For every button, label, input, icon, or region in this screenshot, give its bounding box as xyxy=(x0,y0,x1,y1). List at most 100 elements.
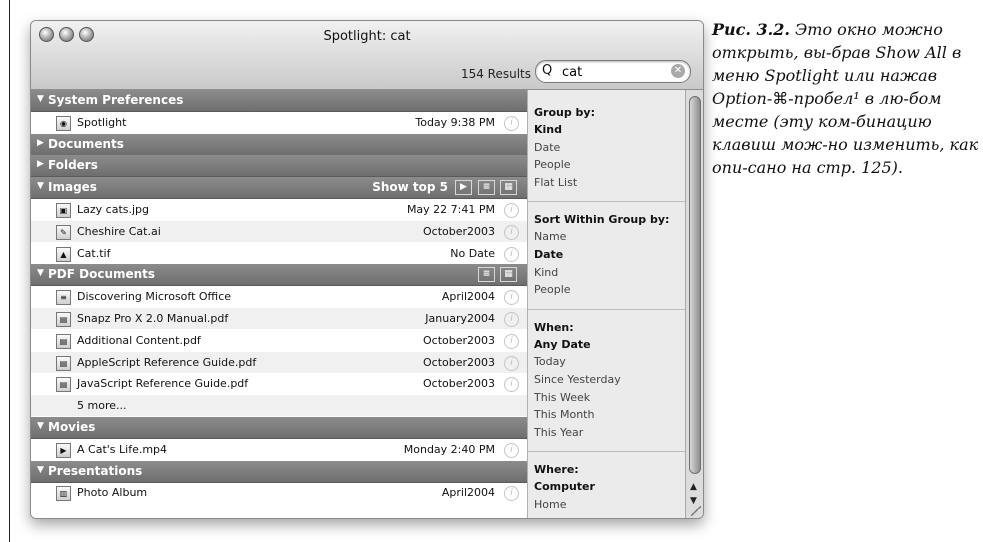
title-bar: Spotlight: cat 154 Results Q ✕ xyxy=(31,21,703,90)
sidebar-option[interactable]: Name xyxy=(534,230,566,243)
sidebar-option[interactable]: Macintosh HD xyxy=(534,516,610,518)
result-row[interactable]: ▤ JavaScript Reference Guide.pdf October20… xyxy=(31,373,527,394)
scroll-thumb[interactable] xyxy=(689,96,701,474)
result-row[interactable]: ▲ Cat.tif No Date i xyxy=(31,243,527,264)
presentation-file-icon: ▥ xyxy=(56,486,71,502)
sidebar-option[interactable]: This Year xyxy=(534,426,583,439)
info-icon[interactable]: i xyxy=(504,333,519,349)
group-header[interactable]: ▼ Images Show top 5 ▶ ≡ ▦ xyxy=(31,177,527,200)
group-header[interactable]: ▼ Movies xyxy=(31,417,527,439)
result-date: Monday 2:40 PM xyxy=(403,442,495,456)
sidebar-option[interactable]: Any Date xyxy=(534,338,591,351)
disclosure-triangle-icon[interactable]: ▶ xyxy=(37,138,44,148)
result-row[interactable]: ≡ Discovering Microsoft Office April2004 i xyxy=(31,286,527,307)
result-row[interactable]: ▥ Photo Album April2004 i xyxy=(31,482,527,503)
sidebar-separator xyxy=(528,451,686,453)
result-name: Spotlight xyxy=(77,115,127,129)
group-label: Movies xyxy=(48,420,96,434)
sidebar-option[interactable]: Computer xyxy=(534,480,595,493)
group-label: System Preferences xyxy=(48,93,184,107)
grid-view-icon[interactable]: ▦ xyxy=(500,267,517,283)
disclosure-triangle-icon[interactable]: ▼ xyxy=(37,421,44,431)
sidebar-option[interactable]: This Month xyxy=(534,408,594,421)
disclosure-triangle-icon[interactable]: ▼ xyxy=(37,268,44,278)
group-header[interactable]: ▼ System Preferences xyxy=(31,90,527,112)
disclosure-triangle-icon[interactable]: ▼ xyxy=(37,94,44,104)
info-icon[interactable]: i xyxy=(504,203,519,218)
info-icon[interactable]: i xyxy=(504,442,519,458)
result-row[interactable]: ▤ AppleScript Reference Guide.pdf October2… xyxy=(31,351,527,373)
group-header[interactable]: ▶ Documents xyxy=(31,133,527,156)
info-icon[interactable]: i xyxy=(504,312,519,327)
scroll-up-icon[interactable]: ▲ xyxy=(690,482,697,492)
result-name: Additional Content.pdf xyxy=(77,333,201,347)
result-row[interactable]: ▤ Snapz Pro X 2.0 Manual.pdf January2004 i xyxy=(31,308,527,329)
search-field[interactable]: Q ✕ xyxy=(535,60,691,83)
clear-search-icon[interactable]: ✕ xyxy=(671,64,685,78)
result-date: April2004 xyxy=(441,486,495,500)
disclosure-triangle-icon[interactable]: ▼ xyxy=(37,465,44,475)
sidebar-heading: When: xyxy=(534,320,574,334)
result-row[interactable]: ▤ Additional Content.pdf October2003 i xyxy=(31,330,527,351)
sidebar-option[interactable]: Since Yesterday xyxy=(534,373,621,386)
sidebar-option[interactable]: Kind xyxy=(534,266,558,279)
info-icon[interactable]: i xyxy=(504,355,519,371)
result-date: No Date xyxy=(450,246,495,260)
list-view-icon[interactable]: ≡ xyxy=(478,267,495,283)
result-row[interactable]: ✎ Cheshire Cat.ai October2003 i xyxy=(31,220,527,242)
slideshow-icon[interactable]: ▶ xyxy=(455,180,472,196)
result-row[interactable]: ▣ Lazy cats.jpg May 22 7:41 PM i xyxy=(31,199,527,220)
sidebar-option[interactable]: Kind xyxy=(534,123,562,136)
sidebar-option[interactable]: Date xyxy=(534,141,560,154)
info-icon[interactable]: i xyxy=(504,486,519,502)
more-results-link[interactable]: 5 more... xyxy=(31,395,527,417)
group-label: PDF Documents xyxy=(48,267,156,282)
more-label[interactable]: 5 more... xyxy=(77,399,126,412)
sidebar-heading: Sort Within Group by: xyxy=(534,213,670,227)
window-title: Spotlight: cat xyxy=(323,29,411,44)
result-name: AppleScript Reference Guide.pdf xyxy=(77,355,257,369)
info-icon[interactable]: i xyxy=(504,224,519,240)
illustrator-file-icon: ✎ xyxy=(56,224,71,240)
scroll-down-icon[interactable]: ▼ xyxy=(690,496,697,506)
group-header[interactable]: ▼ Presentations xyxy=(31,460,527,483)
result-name: JavaScript Reference Guide.pdf xyxy=(77,377,249,391)
resize-handle[interactable] xyxy=(691,506,701,516)
disclosure-triangle-icon[interactable]: ▶ xyxy=(37,159,44,169)
scrollbar[interactable]: ▲ ▼ xyxy=(685,90,703,518)
results-list: ▼ System Preferences ◉ Spotlight Today 9:38 … xyxy=(31,90,527,518)
info-icon[interactable]: i xyxy=(504,290,519,306)
pdf-file-icon: ▤ xyxy=(56,333,71,349)
result-row[interactable]: ▶ A Cat's Life.mp4 Monday 2:40 PM i xyxy=(31,439,527,460)
result-name: Snapz Pro X 2.0 Manual.pdf xyxy=(77,312,229,325)
result-name: Cat.tif xyxy=(77,246,111,260)
sidebar-option[interactable]: Today xyxy=(534,355,566,368)
info-icon[interactable]: i xyxy=(504,115,519,131)
grid-view-icon[interactable]: ▦ xyxy=(500,180,517,196)
show-top-button[interactable]: Show top 5 xyxy=(372,180,448,194)
sidebar-option[interactable]: Date xyxy=(534,248,563,261)
info-icon[interactable]: i xyxy=(504,246,519,262)
options-sidebar: Group by: Kind Date People Flat List Sort Wit… xyxy=(527,90,686,518)
disclosure-triangle-icon[interactable]: ▼ xyxy=(37,181,44,191)
sidebar-separator xyxy=(528,308,686,310)
sidebar-option[interactable]: Flat List xyxy=(534,176,577,189)
figure-number: Рис. 3.2. xyxy=(712,20,790,39)
info-icon[interactable]: i xyxy=(504,377,519,393)
sidebar-option[interactable]: This Week xyxy=(534,391,590,404)
group-label: Folders xyxy=(48,158,98,173)
result-name: Lazy cats.jpg xyxy=(77,203,149,216)
document-icon: ≡ xyxy=(56,290,71,306)
result-name: Photo Album xyxy=(77,486,148,500)
sidebar-option[interactable]: People xyxy=(534,283,571,296)
group-header[interactable]: ▶ Folders xyxy=(31,155,527,178)
pdf-file-icon: ▤ xyxy=(56,377,71,393)
sidebar-option[interactable]: People xyxy=(534,158,571,171)
list-view-icon[interactable]: ≡ xyxy=(478,180,495,196)
search-input[interactable] xyxy=(560,62,664,82)
result-row[interactable]: ◉ Spotlight Today 9:38 PM i xyxy=(31,112,527,133)
group-header[interactable]: ▼ PDF Documents ≡ ▦ xyxy=(31,264,527,287)
sidebar-heading: Where: xyxy=(534,463,579,477)
movie-file-icon: ▶ xyxy=(56,442,71,458)
sidebar-option[interactable]: Home xyxy=(534,498,566,511)
